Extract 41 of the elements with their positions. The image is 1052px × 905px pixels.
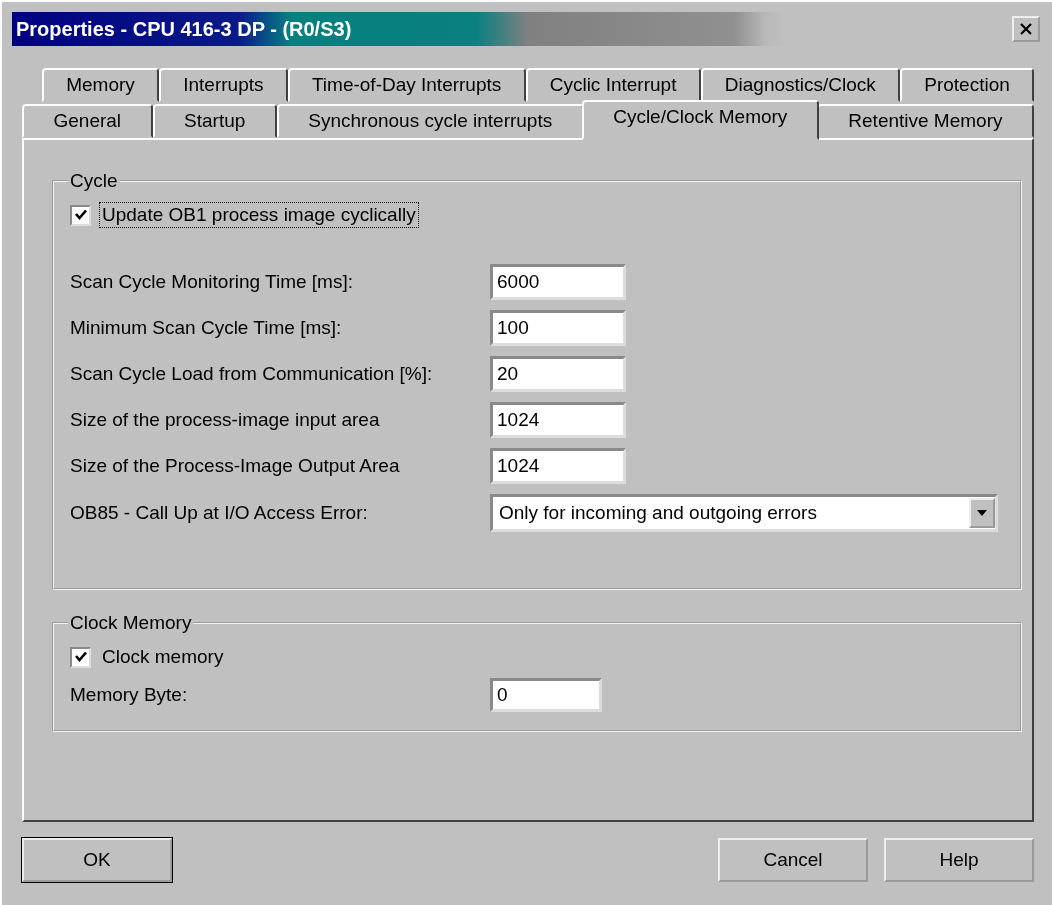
input-field[interactable]: 1024 xyxy=(490,448,626,484)
dialog-button[interactable]: OK xyxy=(22,838,172,882)
dropdown-button[interactable] xyxy=(969,498,995,528)
field-label: Minimum Scan Cycle Time [ms]: xyxy=(70,317,343,339)
field-label: Memory Byte: xyxy=(70,684,189,706)
checkbox[interactable] xyxy=(70,204,91,226)
close-button[interactable] xyxy=(1012,16,1040,42)
tab[interactable]: Synchronous cycle interrupts xyxy=(276,104,584,138)
tab[interactable]: Cyclic Interrupt xyxy=(525,68,701,102)
tab[interactable]: Time-of-Day Interrupts xyxy=(287,68,526,102)
group-title: Cycle xyxy=(69,170,119,192)
input-field[interactable]: 20 xyxy=(490,356,626,392)
field-label: Size of the process-image input area xyxy=(70,409,381,431)
close-icon xyxy=(1019,23,1033,35)
tab[interactable]: Diagnostics/Clock xyxy=(700,68,901,102)
field-label: Scan Cycle Load from Communication [%]: xyxy=(70,363,434,385)
tab[interactable]: Protection xyxy=(900,68,1034,102)
tab[interactable]: General xyxy=(22,104,153,138)
dropdown[interactable]: Only for incoming and outgoing errors xyxy=(490,494,998,532)
tab[interactable]: Retentive Memory xyxy=(816,104,1034,138)
input-field[interactable]: 6000 xyxy=(490,264,626,300)
checkbox[interactable] xyxy=(70,646,91,668)
field-label: Size of the Process-Image Output Area xyxy=(70,455,401,477)
field-label: OB85 - Call Up at I/O Access Error: xyxy=(70,502,369,524)
check-icon xyxy=(73,208,88,222)
tab[interactable]: Interrupts xyxy=(159,68,288,102)
checkbox-label[interactable]: Clock memory xyxy=(99,644,227,670)
dialog-button[interactable]: Cancel xyxy=(718,838,868,882)
tab[interactable]: Memory xyxy=(42,68,160,102)
tab[interactable]: Cycle/Clock Memory xyxy=(581,100,819,140)
caret-icon xyxy=(976,509,988,517)
dialog-button[interactable]: Help xyxy=(884,838,1034,882)
check-icon xyxy=(73,650,88,664)
tab[interactable]: Startup xyxy=(152,104,277,138)
input-field[interactable]: 0 xyxy=(490,678,602,712)
window-title: Properties - CPU 416-3 DP - (R0/S3) xyxy=(16,17,352,41)
input-field[interactable]: 100 xyxy=(490,310,626,346)
checkbox-label[interactable]: Update OB1 process image cyclically xyxy=(99,202,419,228)
group-title: Clock Memory xyxy=(69,612,193,634)
field-label: Scan Cycle Monitoring Time [ms]: xyxy=(70,271,354,293)
input-field[interactable]: 1024 xyxy=(490,402,626,438)
